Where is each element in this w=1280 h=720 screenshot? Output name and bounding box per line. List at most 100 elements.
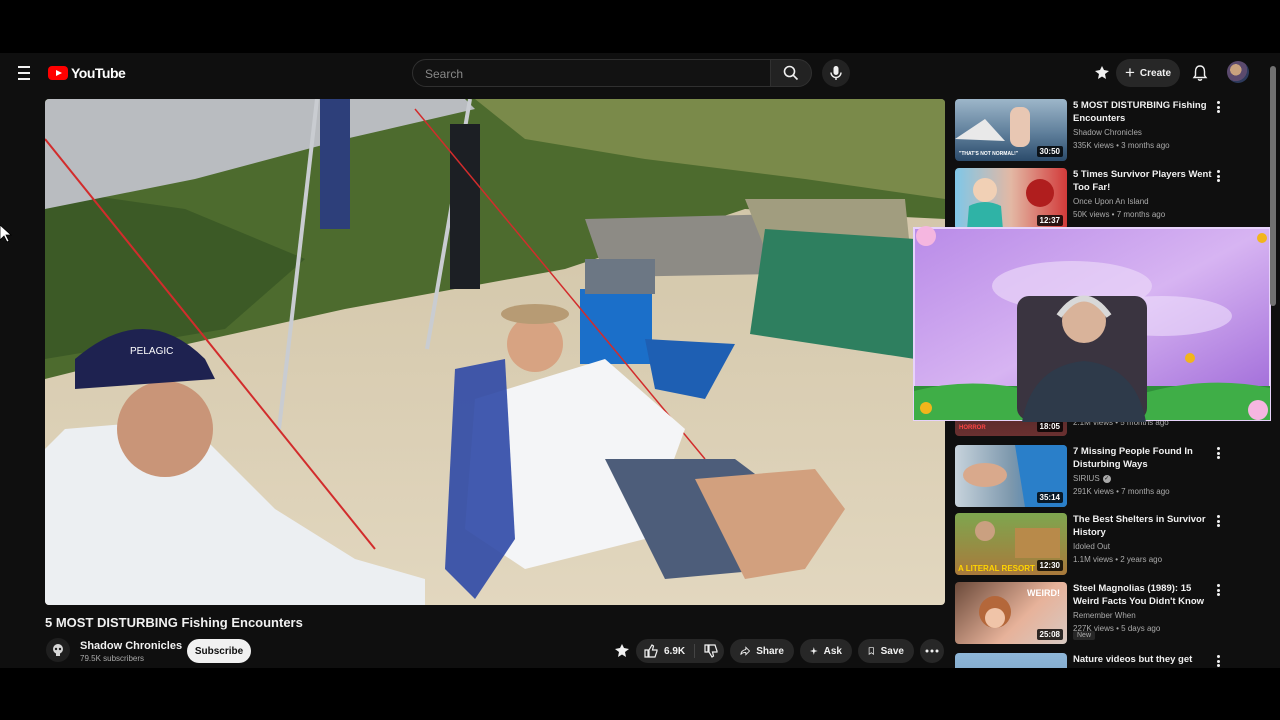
search-box[interactable]	[412, 59, 772, 87]
video-duration: 18:05	[1036, 421, 1063, 432]
recommendation-item[interactable]: Nature videos but they get	[955, 653, 1255, 668]
share-button[interactable]: Share	[730, 639, 794, 663]
hype-button[interactable]	[612, 641, 632, 661]
video-thumbnail[interactable]	[955, 653, 1067, 668]
subscribe-button[interactable]: Subscribe	[187, 639, 251, 663]
recommendation-item[interactable]: "THAT'S NOT NORMAL!" 30:50 5 MOST DISTUR…	[955, 99, 1255, 161]
video-title: 5 MOST DISTURBING Fishing Encounters	[45, 615, 303, 630]
overlay-frame	[913, 226, 1271, 422]
top-bar: YouTube + Create	[0, 53, 1280, 93]
channel-name: Shadow Chronicles	[1073, 128, 1142, 137]
ask-label: Ask	[823, 645, 842, 657]
thumbs-up-icon	[644, 644, 658, 658]
webcam-overlay	[912, 226, 1272, 422]
kebab-menu-icon[interactable]	[1213, 101, 1223, 113]
sparkle-icon	[810, 647, 818, 655]
cap-logo-text: PELAGIC	[130, 346, 173, 357]
kebab-menu-icon[interactable]	[1213, 170, 1223, 182]
channel-name: Once Upon An Island	[1073, 197, 1149, 206]
save-label: Save	[880, 645, 904, 657]
kebab-menu-icon[interactable]	[1213, 447, 1223, 459]
recommendation-channel[interactable]: SIRIUS ✓	[1073, 474, 1111, 483]
hamburger-menu-icon[interactable]	[14, 62, 34, 84]
kebab-menu-icon[interactable]	[1213, 584, 1223, 596]
recommendation-channel[interactable]: Shadow Chronicles	[1073, 128, 1142, 137]
video-thumbnail[interactable]: 12:37	[955, 168, 1067, 230]
youtube-play-icon	[48, 66, 68, 80]
sparkle-gear-icon	[615, 644, 629, 657]
kebab-menu-icon[interactable]	[1213, 515, 1223, 527]
search-button[interactable]	[770, 59, 812, 87]
subscriber-count: 79.5K subscribers	[80, 654, 145, 663]
video-thumbnail[interactable]: A LITERAL RESORT 12:30	[955, 513, 1067, 575]
new-badge: New	[1073, 631, 1096, 640]
video-thumbnail[interactable]: "THAT'S NOT NORMAL!" 30:50	[955, 99, 1067, 161]
divider	[694, 644, 695, 658]
video-duration: 30:50	[1036, 146, 1063, 157]
channel-name: SIRIUS	[1073, 474, 1100, 483]
thumbnail-caption: HORROR	[959, 425, 986, 431]
video-duration: 25:08	[1036, 629, 1063, 640]
recommendation-meta: 50K views • 7 months ago	[1073, 210, 1166, 219]
recommendation-title[interactable]: The Best Shelters in Survivor History	[1073, 513, 1213, 539]
skull-icon	[53, 644, 63, 656]
recommendation-meta: 291K views • 7 months ago	[1073, 487, 1170, 496]
share-label: Share	[756, 645, 784, 657]
channel-avatar[interactable]	[46, 638, 70, 662]
video-duration: 12:37	[1036, 215, 1063, 226]
search-icon	[783, 65, 799, 81]
save-button[interactable]: Save	[858, 639, 914, 663]
video-duration: 12:30	[1036, 560, 1063, 571]
video-duration: 35:14	[1036, 492, 1063, 503]
thumbnail-caption: A LITERAL RESORT	[958, 564, 1035, 573]
recommendation-channel[interactable]: Remember When	[1073, 611, 1136, 620]
video-thumbnail[interactable]: 35:14	[955, 445, 1067, 507]
dislike-button[interactable]	[698, 639, 724, 663]
voice-search-button[interactable]	[822, 59, 850, 87]
recommendation-item[interactable]: 35:14 7 Missing People Found In Disturbi…	[955, 445, 1255, 507]
plus-icon: +	[1124, 62, 1135, 82]
thumbnail-caption: "THAT'S NOT NORMAL!"	[959, 151, 1019, 157]
kebab-menu-icon[interactable]	[1213, 655, 1223, 667]
microphone-icon	[830, 66, 842, 80]
recommendation-title[interactable]: Nature videos but they get	[1073, 653, 1213, 666]
channel-name: Idoled Out	[1073, 542, 1110, 551]
recommendation-item[interactable]: 12:37 5 Times Survivor Players Went Too …	[955, 168, 1255, 230]
thumbnail-caption: WEIRD!	[1027, 588, 1060, 598]
recommendation-item[interactable]: A LITERAL RESORT 12:30 The Best Shelters…	[955, 513, 1255, 575]
sparkle-gear-icon	[1095, 66, 1109, 79]
logo-text: YouTube	[71, 65, 126, 81]
recommendation-meta: 335K views • 3 months ago	[1073, 141, 1170, 150]
share-arrow-icon	[740, 646, 751, 656]
create-button[interactable]: + Create	[1116, 59, 1180, 87]
video-player[interactable]: PELAGIC	[45, 99, 945, 605]
verified-check-icon: ✓	[1102, 474, 1111, 483]
recommendation-title[interactable]: 5 Times Survivor Players Went Too Far!	[1073, 168, 1213, 194]
recommendation-meta: 1.1M views • 2 years ago	[1073, 555, 1163, 564]
more-actions-button[interactable]	[920, 639, 944, 663]
like-dislike-group: 6.9K	[636, 639, 724, 663]
ask-button[interactable]: Ask	[800, 639, 852, 663]
channel-name[interactable]: Shadow Chronicles	[80, 640, 182, 652]
studio-button[interactable]	[1092, 63, 1112, 83]
recommendation-title[interactable]: Steel Magnolias (1989): 15 Weird Facts Y…	[1073, 582, 1213, 608]
account-avatar[interactable]	[1227, 61, 1249, 83]
search-input[interactable]	[423, 63, 757, 85]
video-frame: PELAGIC	[45, 99, 945, 605]
recommendation-channel[interactable]: Once Upon An Island	[1073, 197, 1149, 206]
recommendation-title[interactable]: 7 Missing People Found In Disturbing Way…	[1073, 445, 1213, 471]
create-label: Create	[1139, 67, 1172, 79]
video-thumbnail[interactable]: WEIRD! 25:08	[955, 582, 1067, 644]
recommendation-channel[interactable]: Idoled Out	[1073, 542, 1110, 551]
recommendation-item[interactable]: WEIRD! 25:08 Steel Magnolias (1989): 15 …	[955, 582, 1255, 644]
bookmark-icon	[868, 647, 874, 656]
like-button[interactable]: 6.9K	[636, 639, 692, 663]
youtube-logo[interactable]: YouTube	[48, 65, 126, 81]
recommendation-title[interactable]: 5 MOST DISTURBING Fishing Encounters	[1073, 99, 1213, 125]
notifications-button[interactable]	[1190, 63, 1210, 83]
mouse-cursor-icon	[0, 225, 12, 243]
bell-icon	[1192, 65, 1208, 81]
like-count: 6.9K	[664, 645, 686, 657]
more-horizontal-icon	[925, 649, 939, 653]
page-scrollbar[interactable]	[1270, 66, 1276, 306]
